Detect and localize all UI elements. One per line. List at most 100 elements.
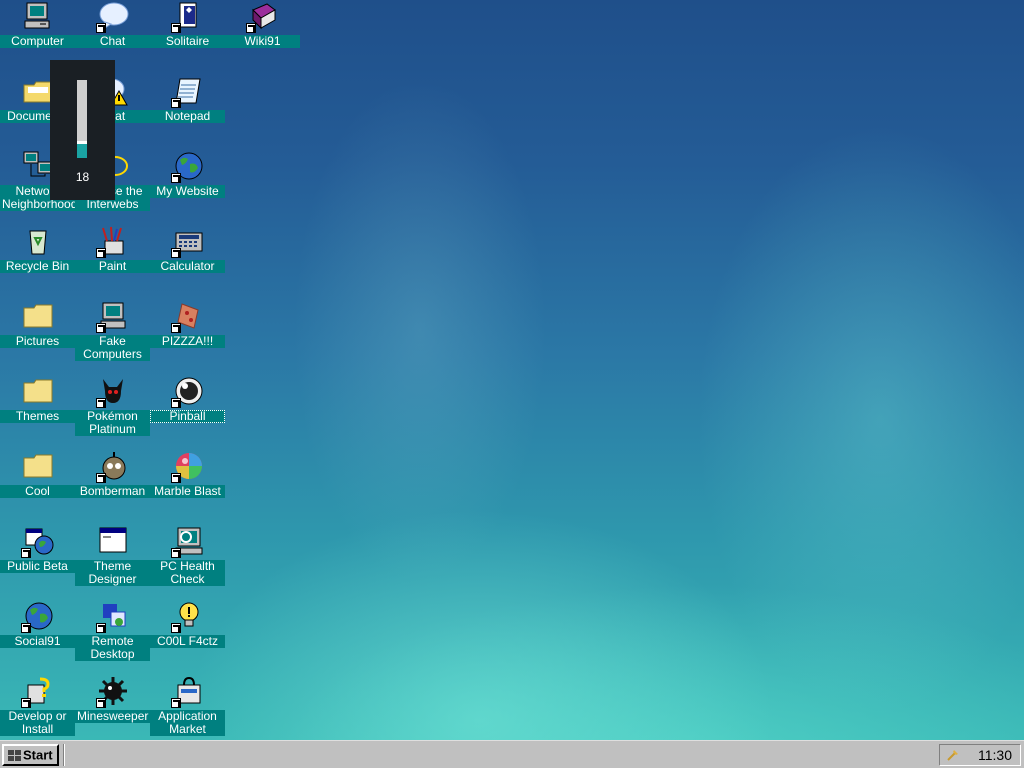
computer-icon [95, 300, 129, 333]
desktop-icon-computer[interactable]: Computer [0, 0, 75, 50]
clock[interactable]: 11:30 [978, 747, 1012, 763]
desktop-icon-application-market[interactable]: Application Market [150, 675, 225, 738]
globe-icon [170, 150, 204, 183]
desktop-icon-pc-health-check[interactable]: PC Health Check [150, 525, 225, 588]
desktop-icon-calculator[interactable]: Calculator [150, 225, 225, 275]
icon-label: Computer [0, 35, 75, 48]
icon-label: Themes [0, 410, 75, 423]
icon-label: Paint [75, 260, 150, 273]
icon-label: Solitaire [150, 35, 225, 48]
shortcut-arrow-icon [20, 623, 31, 633]
notepad-icon [170, 75, 204, 108]
volume-slider-thumb[interactable] [77, 141, 87, 144]
pizza-icon [170, 300, 204, 333]
folder-documents-icon [22, 75, 54, 107]
icon-label: C00L F4ctz [150, 635, 225, 648]
book-icon [245, 0, 279, 33]
icon-label: Public Beta [0, 560, 75, 573]
shortcut-arrow-icon [170, 698, 181, 708]
start-label: Start [23, 747, 53, 763]
icon-label: Pokémon Platinum [75, 410, 150, 436]
icon-label: Fake Computers [75, 335, 150, 361]
desktop-icon-marble-blast[interactable]: Marble Blast [150, 450, 225, 500]
network-icon [22, 150, 54, 182]
start-button[interactable]: Start [2, 744, 59, 766]
folder-icon [22, 375, 54, 407]
taskbar: Start 11:30 [0, 740, 1024, 768]
desktop-icon-pinball[interactable]: Pinball [150, 375, 225, 425]
desktop-icon-bomberman[interactable]: Bomberman [75, 450, 150, 500]
globe-window-icon [20, 525, 54, 558]
desktop-icon-chat[interactable]: Chat [75, 0, 150, 50]
desktop-icon-develop-or-install[interactable]: Develop or Install [0, 675, 75, 738]
shortcut-arrow-icon [95, 398, 106, 408]
icon-label: Marble Blast [150, 485, 225, 498]
desktop-icon-remote-desktop[interactable]: Remote Desktop [75, 600, 150, 663]
globe-icon [20, 600, 54, 633]
shortcut-arrow-icon [170, 173, 181, 183]
desktop-icon-pizzza[interactable]: PIZZZA!!! [150, 300, 225, 350]
taskbar-divider [63, 744, 65, 766]
volume-popup: 18 [50, 60, 115, 200]
desktop-icon-fake-computers[interactable]: Fake Computers [75, 300, 150, 363]
pokemon-icon [95, 375, 129, 408]
icon-label: Develop or Install [0, 710, 75, 736]
desktop: Computer Chat Solitaire Wiki91 Documents [0, 0, 1024, 740]
desktop-icon-paint[interactable]: Paint [75, 225, 150, 275]
window-icon [97, 525, 129, 557]
shortcut-arrow-icon [95, 323, 106, 333]
shortcut-arrow-icon [170, 398, 181, 408]
desktop-icon-c00l-f4ctz[interactable]: C00L F4ctz [150, 600, 225, 650]
shortcut-arrow-icon [170, 323, 181, 333]
folder-icon [22, 300, 54, 332]
shortcut-arrow-icon [20, 548, 31, 558]
volume-slider[interactable] [77, 80, 87, 158]
computer-icon [22, 0, 54, 32]
desktop-icon-cool[interactable]: Cool [0, 450, 75, 500]
volume-level-fill [77, 144, 87, 158]
icon-label: Remote Desktop [75, 635, 150, 661]
shortcut-arrow-icon [95, 698, 106, 708]
desktop-icon-solitaire[interactable]: Solitaire [150, 0, 225, 50]
icon-label: PC Health Check [150, 560, 225, 586]
shortcut-arrow-icon [170, 548, 181, 558]
folder-icon [22, 450, 54, 482]
desktop-icon-recycle-bin[interactable]: Recycle Bin [0, 225, 75, 275]
desktop-icon-themes[interactable]: Themes [0, 375, 75, 425]
icon-label: Pinball [150, 410, 225, 423]
shortcut-arrow-icon [20, 698, 31, 708]
desktop-icon-minesweeper[interactable]: Minesweeper [75, 675, 150, 725]
icon-label: Wiki91 [225, 35, 300, 48]
desktop-icon-notepad[interactable]: Notepad [150, 75, 225, 125]
shortcut-arrow-icon [95, 473, 106, 483]
desktop-icon-wiki91[interactable]: Wiki91 [225, 0, 300, 50]
icon-label: Social91 [0, 635, 75, 648]
help-setup-icon [20, 675, 54, 708]
shortcut-arrow-icon [245, 23, 256, 33]
icon-label: Bomberman [75, 485, 150, 498]
marble-icon [170, 450, 204, 483]
desktop-icon-social91[interactable]: Social91 [0, 600, 75, 650]
desktop-icon-theme-designer[interactable]: Theme Designer [75, 525, 150, 588]
recycle-bin-icon [22, 225, 54, 257]
system-tray: 11:30 [939, 744, 1021, 766]
desktop-icon-my-website[interactable]: My Website [150, 150, 225, 200]
desktop-icon-public-beta[interactable]: Public Beta [0, 525, 75, 575]
icon-label: PIZZZA!!! [150, 335, 225, 348]
start-logo-icon [8, 749, 21, 761]
desktop-icon-pokemon-platinum[interactable]: Pokémon Platinum [75, 375, 150, 438]
icon-label: My Website [150, 185, 225, 198]
icon-label: Notepad [150, 110, 225, 123]
shortcut-arrow-icon [170, 248, 181, 258]
icon-label: Application Market [150, 710, 225, 736]
bomberman-icon [95, 450, 129, 483]
chat-bubble-icon [95, 0, 129, 33]
desktop-icon-pictures[interactable]: Pictures [0, 300, 75, 350]
icon-label: Recycle Bin [0, 260, 75, 273]
shortcut-arrow-icon [170, 23, 181, 33]
shortcut-arrow-icon [95, 23, 106, 33]
paint-icon [95, 225, 129, 258]
icon-label: Cool [0, 485, 75, 498]
volume-tray-icon[interactable] [946, 748, 960, 762]
solitaire-cards-icon [170, 0, 204, 33]
